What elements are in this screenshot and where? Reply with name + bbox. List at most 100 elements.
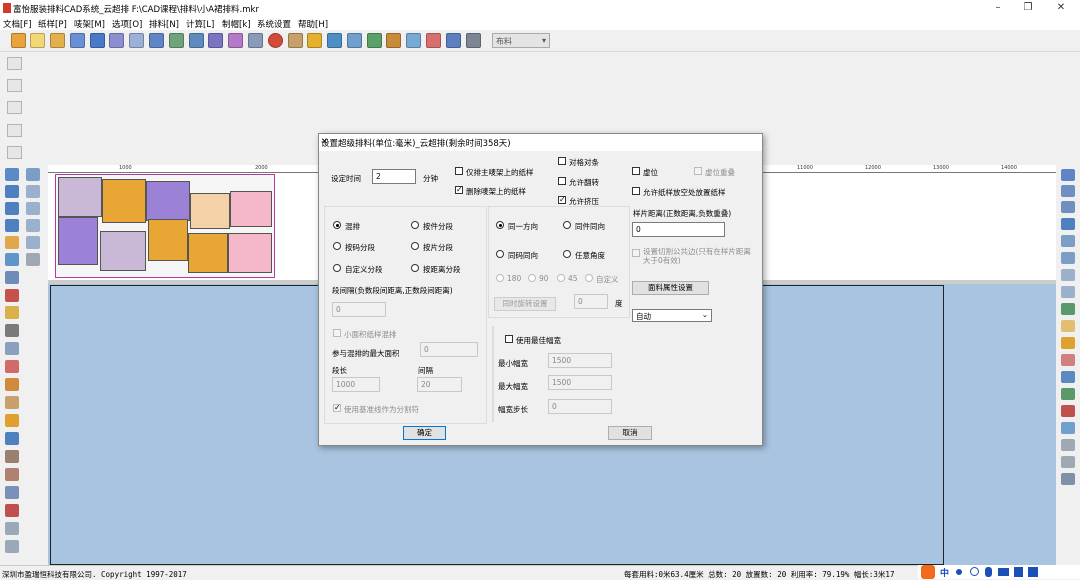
segment-interval-input[interactable]: 20 <box>417 377 462 392</box>
fabric-mode-select[interactable]: 自动 ⌄ <box>632 309 712 322</box>
refresh-icon[interactable] <box>5 432 19 445</box>
open-icon[interactable] <box>50 33 65 48</box>
mode-custom-radio[interactable] <box>333 264 341 272</box>
delete-icon[interactable] <box>5 504 19 517</box>
close-window-button[interactable]: ✕ <box>1046 0 1076 17</box>
angle-custom-radio[interactable] <box>585 274 593 282</box>
dialog-close-icon[interactable]: ✕ <box>321 137 754 147</box>
ruler-icon[interactable] <box>1061 439 1075 451</box>
redo-icon[interactable] <box>189 33 204 48</box>
tile-icon[interactable] <box>1061 422 1075 434</box>
fabric-dropdown[interactable]: 布料 ▾ <box>492 33 550 48</box>
maximize-button[interactable]: ❐ <box>1013 0 1043 17</box>
emoji-icon[interactable] <box>970 567 979 576</box>
color-icon[interactable] <box>386 33 401 48</box>
scissors-icon[interactable] <box>5 378 19 391</box>
pin-icon[interactable] <box>466 33 481 48</box>
ime-language[interactable]: 中 <box>940 566 949 579</box>
ok-button[interactable]: 确定 <box>403 426 446 440</box>
allow-overlap-checkbox[interactable]: ✓ <box>558 196 566 204</box>
pencil-icon[interactable] <box>5 306 19 319</box>
piece-list-icon-1[interactable] <box>26 168 40 181</box>
zoom-in-icon[interactable] <box>5 202 19 215</box>
panel-button-5[interactable] <box>7 146 22 159</box>
direction-per-size-radio[interactable] <box>496 250 504 258</box>
zoom-in-icon[interactable] <box>1061 201 1075 213</box>
find-icon[interactable] <box>5 540 19 553</box>
angle-45-radio[interactable] <box>557 274 565 282</box>
piece-distance-input[interactable]: 0 <box>632 222 725 237</box>
table-icon[interactable] <box>1061 388 1075 400</box>
flag-icon[interactable] <box>446 33 461 48</box>
direction-per-piece-radio[interactable] <box>563 221 571 229</box>
list-icon[interactable] <box>1061 371 1075 383</box>
panel-button-3[interactable] <box>7 101 22 114</box>
pattern-piece[interactable] <box>230 191 272 227</box>
measure-icon[interactable] <box>1061 456 1075 468</box>
menu-pattern[interactable]: 纸样[P] <box>38 18 67 30</box>
search-icon[interactable] <box>5 522 19 535</box>
zoom-out-icon[interactable] <box>1061 185 1075 197</box>
panel-button-1[interactable] <box>7 57 22 70</box>
menu-file[interactable]: 文档[F] <box>3 18 32 30</box>
menu-layout[interactable]: 排料[N] <box>149 18 179 30</box>
cut-icon[interactable] <box>5 342 19 355</box>
mic-icon[interactable] <box>985 567 992 577</box>
circle-icon[interactable] <box>268 33 283 48</box>
piece-icon[interactable] <box>1061 269 1075 281</box>
pattern-piece[interactable] <box>58 177 102 217</box>
tool-icon[interactable] <box>248 33 263 48</box>
pattern-piece[interactable] <box>100 231 146 271</box>
keyboard-icon[interactable] <box>998 568 1009 576</box>
segment-length-input[interactable]: 1000 <box>332 377 380 392</box>
mode-by-dist-radio[interactable] <box>411 264 419 272</box>
only-main-frame-checkbox[interactable] <box>455 167 463 175</box>
zoom-icon[interactable] <box>5 185 19 198</box>
undo-icon[interactable] <box>169 33 184 48</box>
grid-icon[interactable] <box>288 33 303 48</box>
export-icon[interactable] <box>5 486 19 499</box>
layer-icon[interactable] <box>5 450 19 463</box>
min-width-input[interactable]: 1500 <box>548 353 612 368</box>
group-icon[interactable] <box>1061 235 1075 247</box>
pattern-icon[interactable] <box>208 33 223 48</box>
fabric-marker[interactable] <box>55 174 275 278</box>
tag-icon[interactable] <box>5 396 19 409</box>
allow-flip-checkbox[interactable] <box>558 177 566 185</box>
skin-icon[interactable] <box>1014 567 1023 577</box>
pattern-piece[interactable] <box>190 193 230 229</box>
cross-icon[interactable] <box>5 289 19 302</box>
frame-icon[interactable] <box>1061 320 1075 332</box>
pattern-piece[interactable] <box>146 181 190 221</box>
save-icon[interactable] <box>90 33 105 48</box>
rotate-settings-button[interactable]: 同时旋转设置 <box>494 297 556 311</box>
pattern-piece[interactable] <box>102 179 146 223</box>
stack-icon[interactable] <box>5 468 19 481</box>
max-area-input[interactable]: 0 <box>420 342 478 357</box>
cancel-button[interactable]: 取消 <box>608 426 652 440</box>
pattern-piece[interactable] <box>188 233 228 273</box>
move-icon[interactable] <box>5 236 19 249</box>
direction-any-radio[interactable] <box>563 250 571 258</box>
select-icon[interactable] <box>5 168 19 181</box>
open-folder-icon[interactable] <box>11 33 26 48</box>
layout-icon[interactable] <box>347 33 362 48</box>
sogou-icon[interactable] <box>921 565 935 579</box>
rank-icon[interactable] <box>1061 405 1075 417</box>
grid-icon[interactable] <box>1061 303 1075 315</box>
menu-options[interactable]: 选项[O] <box>112 18 142 30</box>
triangle-icon[interactable] <box>406 33 421 48</box>
pattern-piece[interactable] <box>148 219 188 261</box>
zoom-out-icon[interactable] <box>5 219 19 232</box>
rotate-piece-icon[interactable] <box>5 253 19 266</box>
menu-calc[interactable]: 计算[L] <box>186 18 214 30</box>
menu-marker[interactable]: 唛架[M] <box>74 18 105 30</box>
delete-frame-checkbox[interactable]: ✓ <box>455 186 463 194</box>
pattern-piece[interactable] <box>58 217 98 265</box>
layers-icon[interactable] <box>1061 337 1075 349</box>
mode-mix-radio[interactable] <box>333 221 341 229</box>
magnify-icon[interactable] <box>5 271 19 284</box>
piece-list-icon-6[interactable] <box>26 253 40 266</box>
segment-gap-input[interactable]: 0 <box>332 302 386 317</box>
settings-icon[interactable] <box>426 33 441 48</box>
